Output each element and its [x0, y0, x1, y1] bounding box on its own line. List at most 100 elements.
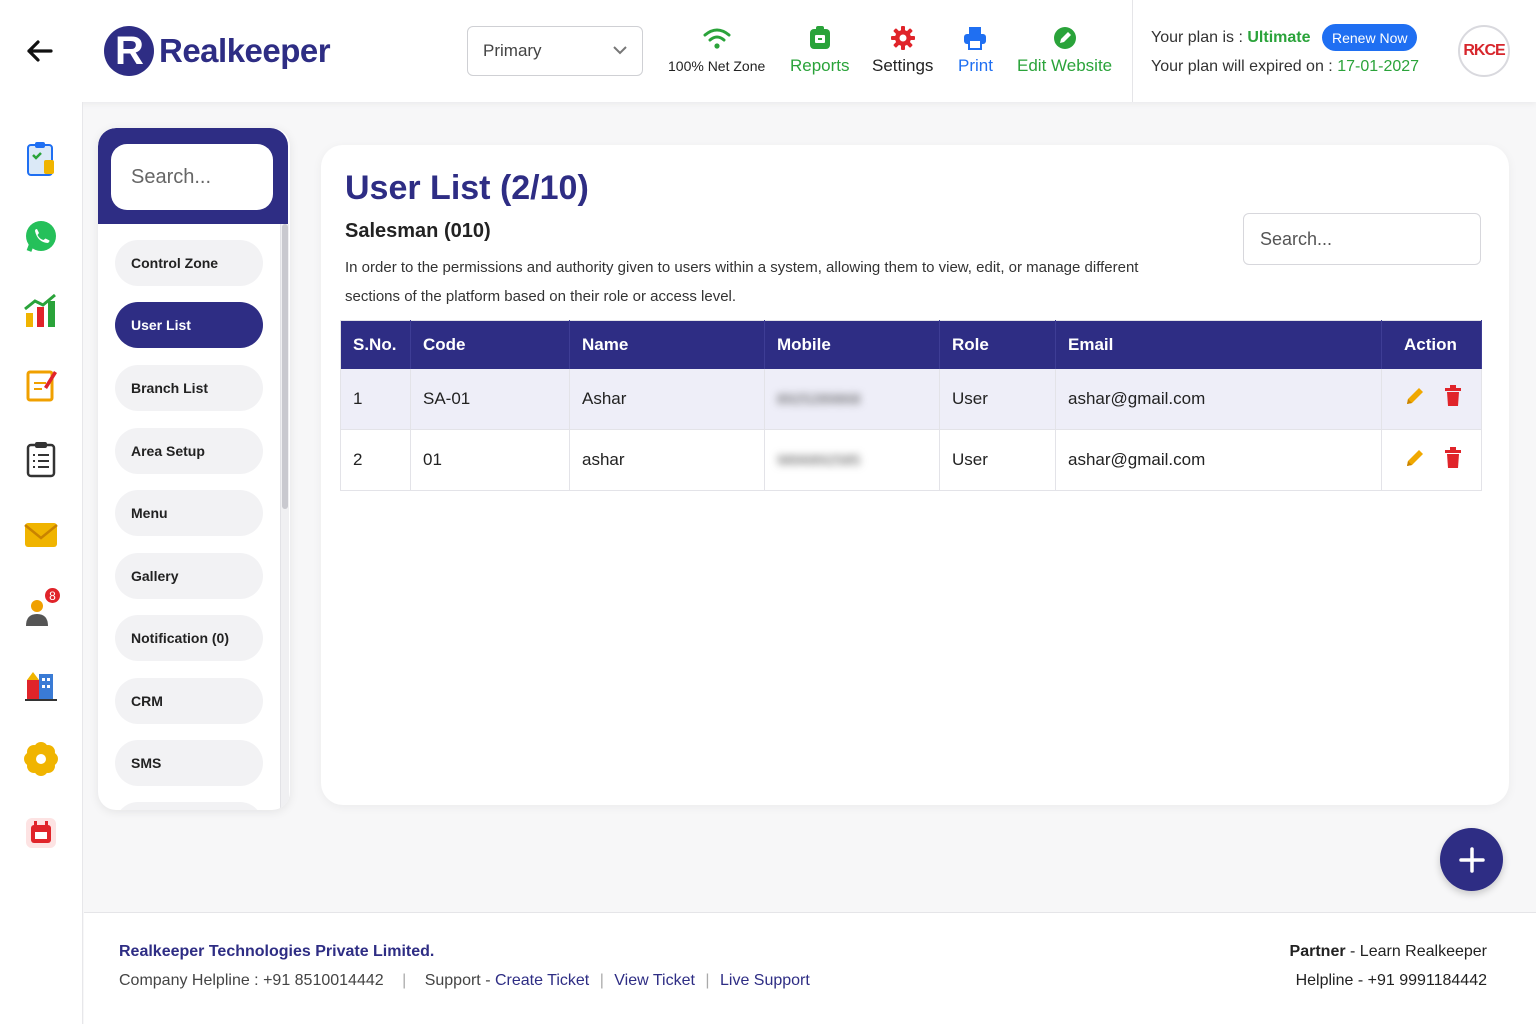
cell-name: ashar [569, 429, 765, 491]
table-header-row: S.No. Code Name Mobile Role Email Action [340, 320, 1482, 369]
cell-role: User [939, 368, 1056, 430]
table-row[interactable]: 2 01 ashar 9896892585 User ashar@gmail.c… [340, 429, 1482, 491]
flower-settings-icon[interactable] [22, 740, 60, 778]
footer-support-label: Support - [424, 972, 491, 989]
delete-trash-icon[interactable] [1444, 446, 1462, 474]
side-menu-scrollbar[interactable] [280, 224, 289, 810]
page-footer: Realkeeper Technologies Private Limited.… [84, 912, 1536, 1024]
footer-company-name: Realkeeper Technologies Private Limited. [119, 943, 435, 960]
contacts-badge: 8 [43, 586, 62, 605]
plan-expiry: Your plan will expired on : 17-01-2027 [1151, 58, 1419, 76]
calendar-icon[interactable] [22, 814, 60, 852]
footer-separator: | [705, 972, 710, 989]
page-description: In order to the permissions and authorit… [345, 259, 1139, 305]
chart-growth-icon[interactable] [22, 292, 60, 330]
logo-text: Realkeeper [159, 32, 331, 69]
footer-partner[interactable]: Partner - Learn Realkeeper [1290, 943, 1487, 961]
edit-pencil-icon[interactable] [1404, 447, 1426, 474]
side-menu-item-gallery[interactable]: Gallery [115, 553, 263, 599]
plan-label: Your plan is : [1151, 29, 1243, 46]
clipboard-list-icon[interactable] [22, 440, 60, 478]
user-search-input[interactable] [1243, 213, 1481, 265]
side-menu-item-crm[interactable]: CRM [115, 678, 263, 724]
net-zone-indicator: 100% Net Zone [668, 24, 765, 74]
cell-code: SA-01 [410, 368, 570, 430]
expiry-date: 17-01-2027 [1337, 58, 1420, 75]
chevron-down-icon [613, 46, 627, 55]
avatar[interactable]: RKCE [1458, 25, 1510, 77]
cell-action [1381, 429, 1482, 491]
side-menu-header [98, 128, 288, 224]
plus-icon [1458, 846, 1485, 873]
branch-select[interactable]: Primary [467, 26, 643, 76]
edit-website-icon [1052, 24, 1078, 52]
realkeeper-logo[interactable]: R Realkeeper [104, 25, 331, 77]
settings-label: Settings [872, 56, 934, 75]
delete-trash-icon[interactable] [1444, 385, 1462, 412]
cell-code: 01 [410, 429, 570, 491]
footer-partner-rest: - Learn Realkeeper [1345, 943, 1487, 960]
table-row[interactable]: 1 SA-01 Ashar 8925289868 User ashar@gmai… [340, 368, 1482, 430]
printer-icon [962, 24, 988, 52]
footer-helpline: Company Helpline : +91 8510014442 [119, 972, 384, 989]
clipboard-checklist-icon[interactable] [22, 140, 60, 178]
side-menu-item-partial[interactable] [115, 802, 263, 810]
column-header-sno[interactable]: S.No. [340, 320, 411, 369]
side-menu-search-input[interactable] [111, 144, 273, 210]
column-header-code[interactable]: Code [410, 320, 570, 369]
print-label: Print [958, 56, 993, 75]
branch-select-value: Primary [483, 41, 542, 60]
plan-info: Your plan is : Ultimate [1151, 29, 1311, 47]
view-ticket-link[interactable]: View Ticket [614, 972, 695, 989]
footer-separator: | [599, 972, 604, 989]
side-menu-item-menu[interactable]: Menu [115, 490, 263, 536]
reports-icon [808, 24, 832, 52]
footer-partner-bold: Partner [1289, 943, 1346, 960]
header-divider [1132, 0, 1133, 102]
left-icon-rail: 8 [0, 102, 83, 1024]
user-list-card: User List (2/10) Salesman (010) In order… [321, 145, 1509, 805]
edit-pencil-icon[interactable] [1404, 385, 1426, 412]
user-table: S.No. Code Name Mobile Role Email Action… [340, 320, 1482, 491]
side-menu-item-user-list[interactable]: User List [115, 302, 263, 348]
edit-website-button[interactable]: Edit Website [1017, 24, 1112, 76]
whatsapp-icon[interactable] [22, 218, 60, 256]
create-ticket-link[interactable]: Create Ticket [495, 972, 589, 989]
building-icon[interactable] [22, 666, 60, 704]
plan-name: Ultimate [1247, 29, 1311, 46]
page-subtitle: Salesman (010) [345, 220, 491, 242]
avatar-text: RKCE [1463, 42, 1505, 59]
column-header-mobile[interactable]: Mobile [764, 320, 940, 369]
cell-sno: 1 [340, 368, 411, 430]
expiry-label: Your plan will expired on : [1151, 58, 1333, 75]
notepad-edit-icon[interactable] [22, 366, 60, 404]
side-menu-item-branch-list[interactable]: Branch List [115, 365, 263, 411]
footer-helpline-right: Helpline - +91 9991184442 [1295, 972, 1487, 989]
reports-label: Reports [790, 56, 850, 75]
live-support-link[interactable]: Live Support [720, 972, 810, 989]
column-header-role[interactable]: Role [939, 320, 1056, 369]
gear-icon [890, 24, 916, 52]
back-arrow-icon[interactable] [24, 36, 54, 66]
contacts-icon[interactable]: 8 [22, 586, 62, 630]
cell-email: ashar@gmail.com [1055, 429, 1382, 491]
mobile-value-blurred: 9896892585 [777, 452, 861, 469]
renew-now-button[interactable]: Renew Now [1322, 24, 1418, 51]
settings-button[interactable]: Settings [872, 24, 933, 76]
mobile-value-blurred: 8925289868 [777, 390, 861, 408]
side-menu-item-notification[interactable]: Notification (0) [115, 615, 263, 661]
side-menu-item-sms[interactable]: SMS [115, 740, 263, 786]
column-header-name[interactable]: Name [569, 320, 765, 369]
cell-sno: 2 [340, 429, 411, 491]
add-user-button[interactable] [1440, 828, 1503, 891]
print-button[interactable]: Print [958, 24, 993, 76]
footer-support-line: Company Helpline : +91 8510014442 | Supp… [119, 972, 810, 990]
reports-button[interactable]: Reports [790, 24, 850, 76]
side-menu-scrollbar-thumb[interactable] [282, 224, 288, 509]
column-header-email[interactable]: Email [1055, 320, 1382, 369]
top-header: R Realkeeper Primary 100% Net Zone Repor… [0, 0, 1536, 102]
side-menu-item-control-zone[interactable]: Control Zone [115, 240, 263, 286]
mail-icon[interactable] [22, 516, 60, 554]
wifi-icon [702, 24, 732, 52]
side-menu-item-area-setup[interactable]: Area Setup [115, 428, 263, 474]
